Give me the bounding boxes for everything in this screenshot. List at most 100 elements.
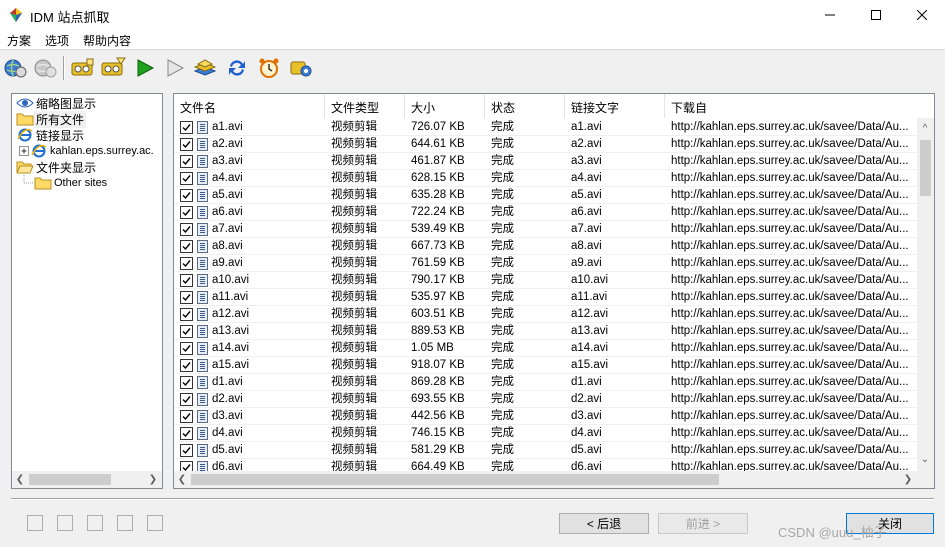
list-vertical-scrollbar[interactable]: ^ ⌄: [917, 118, 934, 472]
status-box: [147, 515, 163, 531]
start-button[interactable]: [2, 55, 28, 81]
row-checkbox[interactable]: [180, 172, 193, 185]
table-row[interactable]: d5.avi 视频剪辑 581.29 KB 完成 d5.avi http://kahlan…: [174, 442, 918, 459]
table-row[interactable]: d6.avi 视频剪辑 664.49 KB 完成 d6.avi http://kahlan…: [174, 459, 918, 471]
table-row[interactable]: a10.avi 视频剪辑 790.17 KB 完成 a10.avi http://kahl…: [174, 272, 918, 289]
cell-filename: a6.avi: [212, 206, 243, 218]
row-checkbox[interactable]: [180, 342, 193, 355]
table-row[interactable]: a7.avi 视频剪辑 539.49 KB 完成 a7.avi http://kahlan…: [174, 221, 918, 238]
col-size[interactable]: 大小: [405, 94, 485, 118]
row-checkbox[interactable]: [180, 189, 193, 202]
play-disabled-button[interactable]: [162, 55, 188, 81]
row-checkbox[interactable]: [180, 206, 193, 219]
refresh-button[interactable]: [224, 55, 250, 81]
cell-filename: d4.avi: [212, 427, 243, 439]
scroll-right-icon[interactable]: ❯: [902, 473, 914, 485]
table-row[interactable]: d2.avi 视频剪辑 693.55 KB 完成 d2.avi http://kahlan…: [174, 391, 918, 408]
play-button[interactable]: [132, 55, 158, 81]
scroll-left-icon[interactable]: ❮: [176, 473, 188, 485]
cell-filetype: 视频剪辑: [331, 155, 377, 167]
row-checkbox[interactable]: [180, 444, 193, 457]
tree-item-folder-view[interactable]: 文件夹显示: [16, 159, 98, 175]
maximize-button[interactable]: [853, 0, 899, 30]
row-checkbox[interactable]: [180, 240, 193, 253]
table-row[interactable]: a6.avi 视频剪辑 722.24 KB 完成 a6.avi http://kahlan…: [174, 204, 918, 221]
table-row[interactable]: a3.avi 视频剪辑 461.87 KB 完成 a3.avi http://kahlan…: [174, 153, 918, 170]
table-row[interactable]: a1.avi 视频剪辑 726.07 KB 完成 a1.avi http://kahlan…: [174, 119, 918, 136]
video-file-icon: [197, 410, 208, 423]
next-button[interactable]: 前进 >: [658, 513, 748, 534]
queue-button[interactable]: [70, 55, 96, 81]
table-row[interactable]: a12.avi 视频剪辑 603.51 KB 完成 a12.avi http://kahl…: [174, 306, 918, 323]
row-checkbox[interactable]: [180, 376, 193, 389]
tree-item-all-files[interactable]: 所有文件: [16, 110, 87, 128]
scroll-thumb[interactable]: [29, 474, 111, 485]
row-checkbox[interactable]: [180, 274, 193, 287]
menu-options[interactable]: 选项: [45, 32, 69, 49]
row-checkbox[interactable]: [180, 138, 193, 151]
tree-item-other-sites[interactable]: Other sites: [20, 175, 109, 191]
row-checkbox[interactable]: [180, 121, 193, 134]
minimize-button[interactable]: [807, 0, 853, 30]
col-filename[interactable]: 文件名: [174, 94, 325, 118]
stack-button[interactable]: [192, 55, 218, 81]
tree-item-kahlan[interactable]: kahlan.eps.surrey.ac.: [18, 143, 156, 159]
cell-status: 完成: [491, 410, 514, 422]
menu-help[interactable]: 帮助内容: [83, 32, 131, 49]
scroll-left-icon[interactable]: ❮: [14, 473, 26, 485]
table-row[interactable]: d3.avi 视频剪辑 442.56 KB 完成 d3.avi http://kahlan…: [174, 408, 918, 425]
cell-download-from: http://kahlan.eps.surrey.ac.uk/savee/Dat…: [671, 325, 909, 337]
row-checkbox[interactable]: [180, 461, 193, 471]
table-row[interactable]: a13.avi 视频剪辑 889.53 KB 完成 a13.avi http://kahl…: [174, 323, 918, 340]
close-window-button[interactable]: [899, 0, 945, 30]
row-checkbox[interactable]: [180, 257, 193, 270]
col-status[interactable]: 状态: [485, 94, 565, 118]
filter-button[interactable]: [100, 55, 126, 81]
table-row[interactable]: a8.avi 视频剪辑 667.73 KB 完成 a8.avi http://kahlan…: [174, 238, 918, 255]
table-row[interactable]: d1.avi 视频剪辑 869.28 KB 完成 d1.avi http://kahlan…: [174, 374, 918, 391]
expand-plus-icon[interactable]: [18, 145, 30, 157]
tree-horizontal-scrollbar[interactable]: ❮ ❯: [12, 471, 162, 488]
menu-scheme[interactable]: 方案: [7, 32, 31, 49]
row-checkbox[interactable]: [180, 427, 193, 440]
col-download-from[interactable]: 下载自: [665, 94, 918, 118]
table-row[interactable]: a14.avi 视频剪辑 1.05 MB 完成 a14.avi http://kahlan…: [174, 340, 918, 357]
row-checkbox[interactable]: [180, 325, 193, 338]
video-file-icon: [197, 121, 208, 134]
scroll-thumb[interactable]: [920, 140, 931, 196]
file-list-panel: 文件名 文件类型 大小 状态 链接文字 下载自 a1.avi 视频剪辑 726.07…: [173, 93, 935, 489]
row-checkbox[interactable]: [180, 359, 193, 372]
settings-button[interactable]: [288, 55, 314, 81]
cell-size: 664.49 KB: [411, 461, 465, 471]
cell-status: 完成: [491, 121, 514, 133]
col-filetype[interactable]: 文件类型: [325, 94, 405, 118]
stop-button[interactable]: [32, 55, 58, 81]
folder-icon: [16, 113, 34, 126]
cell-link-text: a14.avi: [571, 342, 609, 354]
col-link-text[interactable]: 链接文字: [565, 94, 665, 118]
table-row[interactable]: a11.avi 视频剪辑 535.97 KB 完成 a11.avi http://kahl…: [174, 289, 918, 306]
row-checkbox[interactable]: [180, 410, 193, 423]
scroll-up-icon[interactable]: ^: [919, 122, 931, 134]
table-row[interactable]: a15.avi 视频剪辑 918.07 KB 完成 a15.avi http://kahl…: [174, 357, 918, 374]
row-checkbox[interactable]: [180, 308, 193, 321]
back-button[interactable]: < 后退: [559, 513, 649, 534]
cell-filename: a14.avi: [212, 342, 250, 354]
table-row[interactable]: a4.avi 视频剪辑 628.15 KB 完成 a4.avi http://kahlan…: [174, 170, 918, 187]
row-checkbox[interactable]: [180, 155, 193, 168]
tree-item-thumbnails[interactable]: 缩略图显示: [16, 95, 98, 111]
table-row[interactable]: a9.avi 视频剪辑 761.59 KB 完成 a9.avi http://kahlan…: [174, 255, 918, 272]
table-row[interactable]: a2.avi 视频剪辑 644.61 KB 完成 a2.avi http://kahlan…: [174, 136, 918, 153]
list-horizontal-scrollbar[interactable]: ❮ ❯: [174, 471, 917, 488]
row-checkbox[interactable]: [180, 223, 193, 236]
scroll-right-icon[interactable]: ❯: [147, 473, 159, 485]
cell-status: 完成: [491, 274, 514, 286]
table-row[interactable]: d4.avi 视频剪辑 746.15 KB 完成 d4.avi http://kahlan…: [174, 425, 918, 442]
row-checkbox[interactable]: [180, 393, 193, 406]
scroll-down-icon[interactable]: ⌄: [919, 453, 931, 465]
scheduler-button[interactable]: [256, 55, 282, 81]
table-row[interactable]: a5.avi 视频剪辑 635.28 KB 完成 a5.avi http://kahlan…: [174, 187, 918, 204]
tree-item-link-view[interactable]: 链接显示: [16, 127, 86, 143]
row-checkbox[interactable]: [180, 291, 193, 304]
scroll-thumb[interactable]: [191, 474, 719, 485]
